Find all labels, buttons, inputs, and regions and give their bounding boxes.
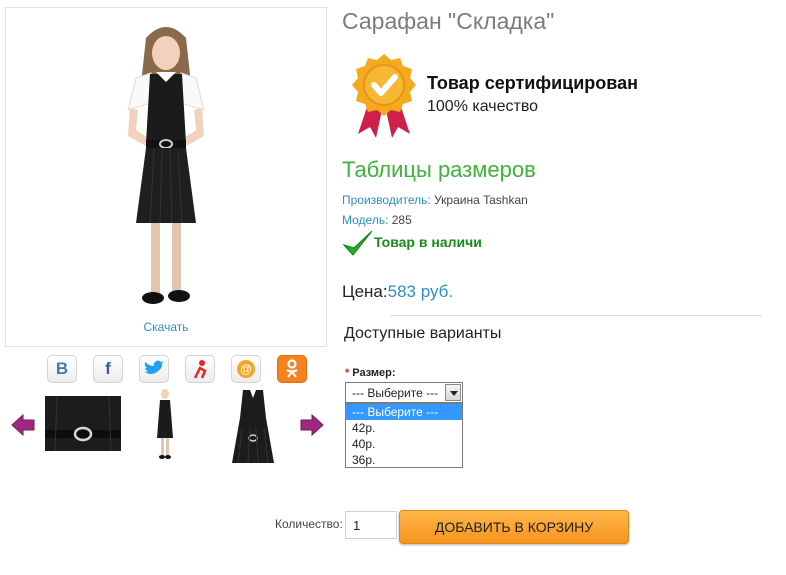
product-title: Сарафан "Складка" [342,8,555,34]
chevron-down-icon[interactable] [445,384,461,401]
product-photo [127,27,205,304]
certified-badge-icon [350,52,418,143]
odnoklassniki-icon[interactable] [277,355,307,383]
vk-icon[interactable]: B [47,355,77,383]
download-link[interactable]: Скачать [6,320,326,334]
svg-text:@: @ [240,362,252,376]
certificate-subtitle: 100% качество [427,98,539,115]
divider [390,315,762,316]
size-label-text: Размер: [352,367,396,379]
thumbnail-dress[interactable] [228,388,278,468]
size-select[interactable]: --- Выберите --- [345,382,463,403]
quantity-label: Количество: [275,517,343,531]
price-value: 583 руб. [387,282,454,301]
manufacturer-label[interactable]: Производитель: [342,193,431,207]
main-product-image[interactable]: Скачать [5,7,327,347]
twitter-icon[interactable] [139,355,169,383]
next-arrow-icon[interactable] [299,413,325,437]
size-select-value: --- Выберите --- [352,386,439,400]
moi-mir-icon[interactable] [185,355,215,383]
size-option[interactable]: 42р. [346,420,462,436]
size-dropdown-list: --- Выберите --- 42р. 40р. 36р. [345,403,463,468]
quantity-input[interactable] [345,511,397,539]
model-label: Модель: [342,213,389,227]
price-label: Цена: [342,282,388,301]
size-option[interactable]: 40р. [346,436,462,452]
add-to-cart-button[interactable]: ДОБАВИТЬ В КОРЗИНУ [399,510,629,544]
stock-status: Товар в наличи [374,234,482,250]
model-row: Модель: 285 [342,213,412,227]
size-option[interactable]: 36р. [346,452,462,468]
thumbnail-belt[interactable] [45,395,121,456]
thumbnail-carousel [10,388,330,465]
price: Цена:583 руб. [342,282,453,302]
model-value: 285 [388,213,412,227]
facebook-icon[interactable]: f [93,355,123,383]
manufacturer-value: Украина Tashkan [430,193,528,207]
size-table-link[interactable]: Таблицы размеров [342,157,536,183]
prev-arrow-icon[interactable] [10,413,36,437]
thumbnail-full[interactable] [150,388,180,465]
size-label: * Размер: [345,367,396,379]
variants-title: Доступные варианты [344,325,502,342]
checkmark-icon [342,229,374,264]
certificate-title: Товар сертифицирован [427,73,638,93]
required-mark: * [345,367,350,379]
size-option[interactable]: --- Выберите --- [346,404,462,420]
manufacturer-row: Производитель: Украина Tashkan [342,193,528,207]
mailru-icon[interactable]: @ [231,355,261,383]
